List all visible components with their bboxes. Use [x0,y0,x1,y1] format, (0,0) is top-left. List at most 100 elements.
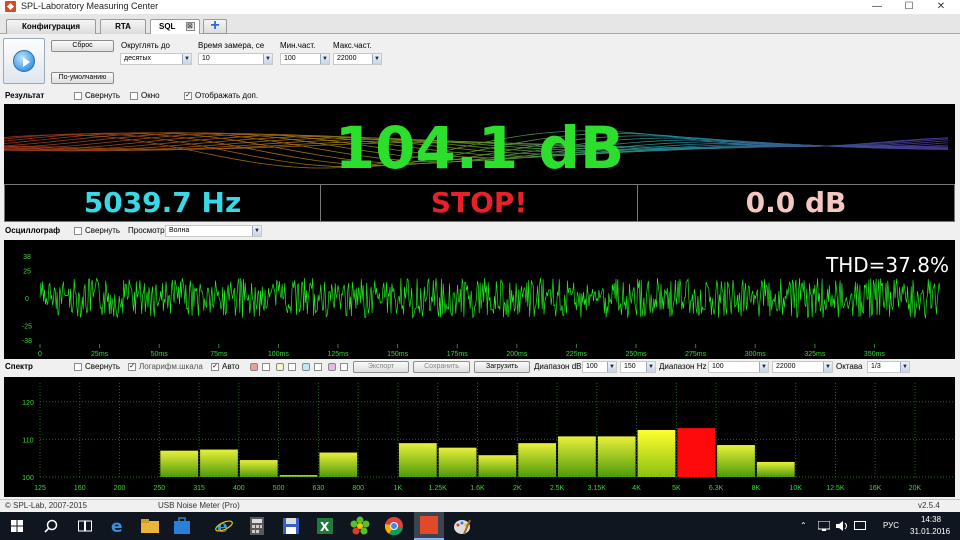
scope-x-tick: 225ms [566,351,588,358]
spectrum-bar [319,452,358,477]
chevron-down-icon: ▼ [759,362,768,372]
notification-icon[interactable] [854,521,866,531]
spectrum-x-tick: 2.5K [550,485,565,492]
reset-button[interactable]: Сброс [51,40,114,52]
icq-flower-icon[interactable] [350,516,370,536]
result-display: 104.1 dB 5039.7 Hz STOP! 0.0 dB [4,104,955,222]
scope-collapse-label: Свернуть [85,226,121,235]
paint-icon[interactable] [452,516,472,536]
default-button[interactable]: По-умолчанию [51,72,114,84]
spectrum-x-tick: 400 [233,485,245,492]
scope-x-tick: 75ms [210,351,228,358]
scope-y-tick: 38 [23,254,31,261]
frequency-value: 5039.7 Hz [4,184,321,222]
scope-title: Осциллограф [5,226,61,235]
color-swatch-yellow[interactable] [276,363,284,371]
tab-configuration[interactable]: Конфигурация [6,19,96,34]
spectrum-x-tick: 1K [394,485,403,492]
chevron-down-icon: ▼ [900,362,909,372]
color-checkbox-yellow[interactable] [288,363,296,371]
log-scale-checkbox[interactable]: ✓ [128,363,136,371]
color-checkbox-cyan[interactable] [314,363,322,371]
color-swatch-cyan[interactable] [302,363,310,371]
tab-sql[interactable]: SQL ⊠ [150,19,200,35]
clock-date[interactable]: 31.01.2016 [910,527,950,536]
tab-close-icon[interactable]: ⊠ [186,22,195,31]
plus-icon: + [210,17,220,34]
result-window-checkbox[interactable] [130,92,138,100]
minimize-button[interactable]: — [862,0,892,14]
scope-x-tick: 250ms [626,351,648,358]
save-button[interactable]: Сохранить [413,361,470,373]
internet-explorer-icon[interactable]: e [214,516,234,537]
spectrum-x-tick: 12.5K [826,485,845,492]
color-swatch-magenta[interactable] [328,363,336,371]
export-button[interactable]: Экспорт [353,361,409,373]
close-button[interactable]: ✕ [926,0,956,14]
excel-icon[interactable]: X [315,516,335,536]
color-swatch-red[interactable] [250,363,258,371]
color-checkbox-magenta[interactable] [340,363,348,371]
max-freq-select[interactable]: 22000 ▼ [333,53,382,65]
scope-x-tick: 100ms [268,351,290,358]
spl-lab-task-active[interactable] [414,512,444,540]
result-collapse-checkbox[interactable] [74,92,82,100]
auto-checkbox[interactable]: ✓ [211,363,219,371]
hz-min-select[interactable]: 100 ▼ [708,361,769,373]
spectrum-y-tick: 120 [22,400,34,407]
db-min-value: 100 [586,363,598,370]
spectrum-x-tick: 1.25K [429,485,448,492]
load-button[interactable]: Загрузить [474,361,530,373]
file-explorer-icon[interactable] [140,516,160,536]
time-select[interactable]: 10 ▼ [198,53,273,65]
scope-waveform [39,277,941,319]
scope-collapse-checkbox[interactable] [74,227,82,235]
add-tab-button[interactable]: + [203,17,227,34]
volume-icon[interactable] [836,521,848,531]
chrome-icon[interactable] [384,516,404,536]
max-freq-label: Макс.част. [333,41,372,50]
network-icon[interactable] [817,520,831,531]
tab-sql-label: SQL [159,22,176,31]
min-freq-select[interactable]: 100 ▼ [280,53,330,65]
tab-rta[interactable]: RTA [100,19,146,34]
windows-start-icon[interactable] [11,520,23,532]
spectrum-collapse-label: Свернуть [85,362,121,371]
search-icon[interactable] [44,519,58,533]
scope-section-bar: Осциллограф Свернуть Просмотр Волна ▼ [0,223,960,239]
spectrum-bar [637,430,676,477]
scope-x-tick: 275ms [685,351,707,358]
play-button[interactable] [3,38,45,84]
scope-x-tick: 350ms [864,351,886,358]
time-label: Время замера, се [198,41,265,50]
calculator-icon[interactable] [247,516,267,536]
auto-label: Авто [222,362,240,371]
oscilloscope-display: 38 25 0 -25 -38 0 25ms 50ms 75ms 100ms 125ms 150ms 1… [4,240,955,360]
db-max-select[interactable]: 150 ▼ [620,361,656,373]
task-view-icon[interactable] [78,520,92,532]
spectrum-x-tick: 800 [352,485,364,492]
edge-icon[interactable]: e [108,516,128,537]
db-min-select[interactable]: 100 ▼ [582,361,617,373]
spectrum-x-tick: 8K [752,485,761,492]
play-icon [13,50,35,72]
store-icon[interactable] [172,516,192,536]
spectrum-x-tick: 16K [869,485,882,492]
min-freq-value: 100 [284,55,296,62]
chevron-down-icon: ▼ [182,54,191,64]
show-extra-checkbox[interactable]: ✓ [184,92,192,100]
play-triangle [23,57,30,67]
clock-time[interactable]: 14:38 [921,515,941,524]
hz-max-select[interactable]: 22000 ▼ [772,361,833,373]
result-collapse-label: Свернуть [85,91,121,100]
round-select[interactable]: десятых ▼ [120,53,192,65]
octave-value: 1/3 [871,363,881,370]
octave-select[interactable]: 1/3 ▼ [867,361,910,373]
maximize-button[interactable]: ☐ [894,0,924,14]
language-indicator[interactable]: РУС [883,521,899,530]
tray-chevron-icon[interactable]: ⌃ [800,521,807,530]
color-checkbox-red[interactable] [262,363,270,371]
spectrum-collapse-checkbox[interactable] [74,363,82,371]
view-select[interactable]: Волна ▼ [165,225,262,237]
save-disk-icon[interactable] [281,516,301,536]
